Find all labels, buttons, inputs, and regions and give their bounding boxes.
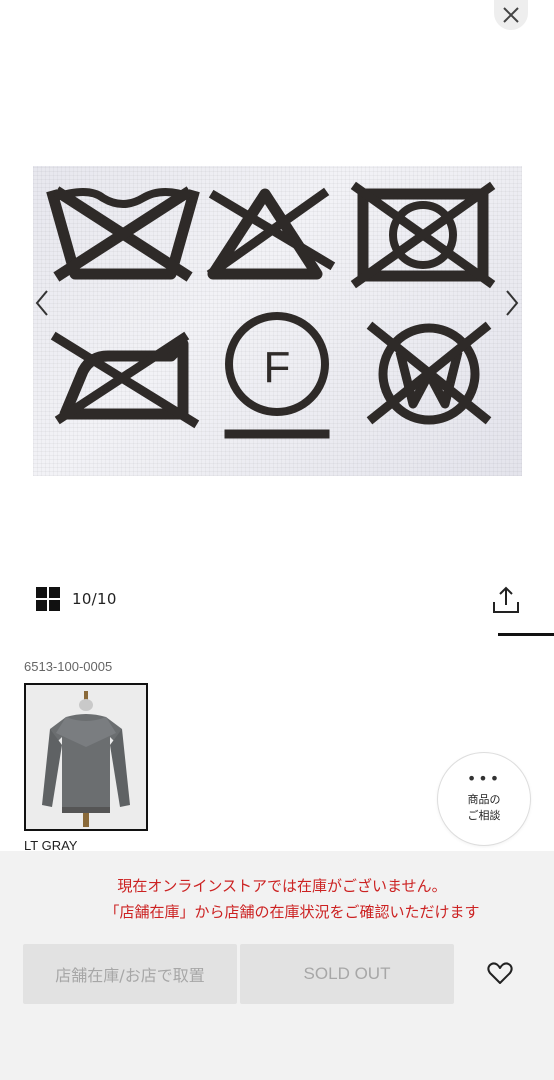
image-gallery[interactable]: F	[0, 0, 554, 560]
gallery-next-button[interactable]	[500, 287, 524, 319]
chevron-right-icon	[506, 290, 519, 316]
grid-icon[interactable]	[36, 587, 60, 611]
care-label-image: F	[33, 166, 522, 476]
more-dots-icon: •••	[466, 769, 502, 788]
share-button[interactable]	[490, 584, 522, 616]
color-swatch[interactable]	[24, 683, 148, 831]
care-label-letter: F	[264, 343, 291, 392]
stock-message-line1: 現在オンラインストアでは在庫がございません。	[117, 877, 447, 895]
consult-button[interactable]: ••• 商品の ご相談	[437, 752, 531, 846]
product-thumbnail	[26, 685, 146, 829]
stock-message-line2: 「店舗在庫」から店舗の在庫状況をご確認いただけます	[104, 903, 480, 921]
consult-label-line2: ご相談	[467, 809, 501, 822]
sold-out-button[interactable]: SOLD OUT	[240, 944, 454, 1004]
gallery-counter-row: 10/10	[36, 583, 117, 615]
care-symbols-graphic: F	[46, 181, 496, 439]
chevron-left-icon	[35, 290, 48, 316]
product-code: 6513-100-0005	[24, 659, 113, 674]
stock-message: 現在オンラインストアでは在庫がございません。 「店舗在庫」から店舗の在庫状況をご…	[0, 873, 554, 925]
tab-indicator	[498, 633, 554, 636]
close-icon	[503, 7, 519, 23]
purchase-panel: 現在オンラインストアでは在庫がございません。 「店舗在庫」から店舗の在庫状況をご…	[0, 851, 554, 1080]
color-name: LT GRAY	[24, 838, 78, 852]
heart-icon	[487, 962, 513, 984]
image-counter: 10/10	[72, 590, 117, 608]
gallery-prev-button[interactable]	[30, 287, 54, 319]
share-icon	[493, 586, 519, 613]
store-stock-button[interactable]: 店舗在庫/お店で取置	[23, 944, 237, 1004]
favorite-button[interactable]	[486, 959, 514, 987]
consult-label-line1: 商品の	[467, 793, 501, 806]
